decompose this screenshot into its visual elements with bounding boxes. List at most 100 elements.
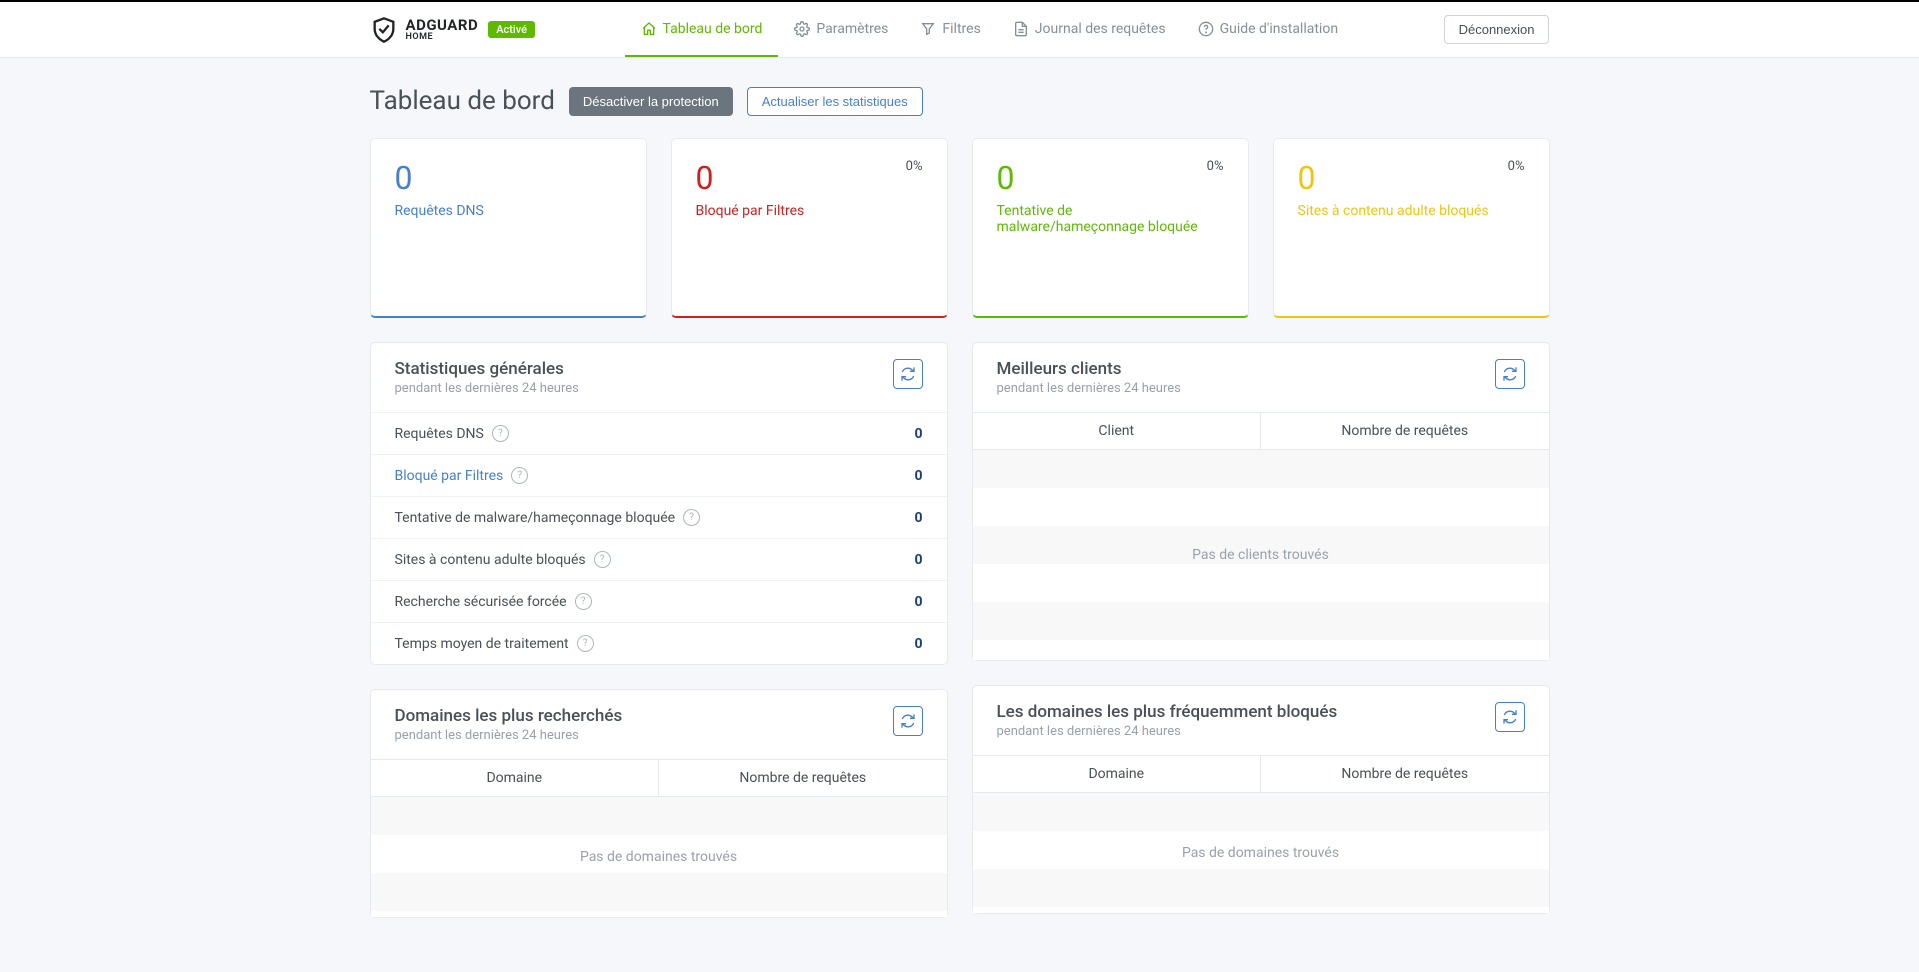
refresh-stats-button[interactable]: Actualiser les statistiques	[747, 87, 923, 116]
table-row	[371, 797, 947, 835]
panel-subtitle: pendant les dernières 24 heures	[997, 381, 1181, 396]
help-icon[interactable]: ?	[492, 425, 509, 442]
panel-top-blocked: Les domaines les plus fréquemment bloqué…	[972, 685, 1550, 914]
panel-title: Domaines les plus recherchés	[395, 706, 623, 726]
table-row	[973, 488, 1549, 526]
stat-card-malware[interactable]: 0% 0 Tentative de malware/hameçonnage bl…	[972, 138, 1249, 318]
empty-message: Pas de clients trouvés	[1192, 547, 1329, 563]
stat-value: 0	[696, 159, 923, 197]
stat-row-label: Temps moyen de traitement	[395, 636, 569, 652]
table-body: Pas de domaines trouvés	[973, 793, 1549, 913]
panel-top-queried: Domaines les plus recherchés pendant les…	[370, 689, 948, 918]
refresh-icon	[1502, 366, 1518, 382]
help-circle-icon	[1198, 21, 1214, 37]
refresh-button[interactable]	[1495, 702, 1525, 732]
stat-percent: 0%	[906, 159, 923, 174]
stat-label: Bloqué par Filtres	[696, 203, 923, 219]
disable-protection-button[interactable]: Désactiver la protection	[569, 87, 733, 116]
panel-title: Statistiques générales	[395, 359, 579, 379]
stat-row-label: Sites à contenu adulte bloqués	[395, 552, 586, 568]
filter-icon	[920, 21, 936, 37]
table-row	[973, 564, 1549, 602]
panel-title: Les domaines les plus fréquemment bloqué…	[997, 702, 1338, 722]
refresh-icon	[900, 713, 916, 729]
stat-row-dns: Requêtes DNS? 0	[371, 412, 947, 454]
column-client: Client	[973, 413, 1261, 449]
stat-percent: 0%	[1207, 159, 1224, 174]
stat-row-label: Tentative de malware/hameçonnage bloquée	[395, 510, 676, 526]
refresh-button[interactable]	[1495, 359, 1525, 389]
panel-top-clients: Meilleurs clients pendant les dernières …	[972, 342, 1550, 661]
help-icon[interactable]: ?	[577, 635, 594, 652]
refresh-button[interactable]	[893, 359, 923, 389]
table-row	[973, 602, 1549, 640]
stat-row-adult: Sites à contenu adulte bloqués? 0	[371, 538, 947, 580]
stat-card-adult[interactable]: 0% 0 Sites à contenu adulte bloqués	[1273, 138, 1550, 318]
stat-cards: 0 Requêtes DNS 0% 0 Bloqué par Filtres 0…	[370, 138, 1550, 318]
stat-card-dns[interactable]: 0 Requêtes DNS	[370, 138, 647, 318]
table-body: Pas de domaines trouvés	[371, 797, 947, 917]
brand-name: ADGUARD	[406, 18, 479, 33]
shield-icon	[370, 16, 398, 44]
stat-value: 0	[395, 159, 622, 197]
logout-button[interactable]: Déconnexion	[1444, 15, 1550, 44]
column-requests: Nombre de requêtes	[1260, 756, 1549, 792]
nav-settings[interactable]: Paramètres	[778, 2, 904, 57]
table-body: Pas de clients trouvés	[973, 450, 1549, 660]
help-icon[interactable]: ?	[594, 551, 611, 568]
nav-label: Paramètres	[816, 21, 888, 37]
panel-subtitle: pendant les dernières 24 heures	[395, 728, 623, 743]
logo[interactable]: ADGUARD HOME	[370, 16, 479, 44]
refresh-icon	[900, 366, 916, 382]
file-icon	[1013, 21, 1029, 37]
stat-row-blocked: Bloqué par Filtres? 0	[371, 454, 947, 496]
table-header: Domaine Nombre de requêtes	[973, 755, 1549, 793]
stat-row-value: 0	[914, 468, 922, 484]
table-header: Domaine Nombre de requêtes	[371, 759, 947, 797]
stat-value: 0	[997, 159, 1224, 197]
stat-percent: 0%	[1508, 159, 1525, 174]
nav-label: Filtres	[942, 21, 980, 37]
stat-row-label[interactable]: Bloqué par Filtres	[395, 468, 504, 484]
help-icon[interactable]: ?	[575, 593, 592, 610]
page-header: Tableau de bord Désactiver la protection…	[370, 86, 1550, 116]
stat-label: Tentative de malware/hameçonnage bloquée	[997, 203, 1224, 235]
refresh-icon	[1502, 709, 1518, 725]
stat-row-value: 0	[914, 552, 922, 568]
stat-card-blocked[interactable]: 0% 0 Bloqué par Filtres	[671, 138, 948, 318]
nav-label: Journal des requêtes	[1035, 21, 1166, 37]
logo-group: ADGUARD HOME Activé	[370, 16, 536, 44]
nav-guide[interactable]: Guide d'installation	[1182, 2, 1354, 57]
main-nav: Tableau de bord Paramètres Filtres Journ…	[625, 2, 1355, 57]
stat-label: Sites à contenu adulte bloqués	[1298, 203, 1525, 219]
home-icon	[641, 21, 657, 37]
header: ADGUARD HOME Activé Tableau de bord Para…	[0, 2, 1919, 58]
help-icon[interactable]: ?	[683, 509, 700, 526]
stat-row-safesearch: Recherche sécurisée forcée? 0	[371, 580, 947, 622]
stat-row-value: 0	[914, 636, 922, 652]
refresh-button[interactable]	[893, 706, 923, 736]
nav-label: Tableau de bord	[663, 21, 763, 37]
panel-subtitle: pendant les dernières 24 heures	[395, 381, 579, 396]
stat-row-malware: Tentative de malware/hameçonnage bloquée…	[371, 496, 947, 538]
table-row	[973, 793, 1549, 831]
table-row	[973, 450, 1549, 488]
nav-dashboard[interactable]: Tableau de bord	[625, 2, 779, 57]
stat-row-avg: Temps moyen de traitement? 0	[371, 622, 947, 664]
empty-message: Pas de domaines trouvés	[580, 849, 737, 865]
table-header: Client Nombre de requêtes	[973, 412, 1549, 450]
gear-icon	[794, 21, 810, 37]
panel-title: Meilleurs clients	[997, 359, 1181, 379]
status-badge: Activé	[488, 21, 535, 38]
column-requests: Nombre de requêtes	[658, 760, 947, 796]
nav-querylog[interactable]: Journal des requêtes	[997, 2, 1182, 57]
panel-general-stats: Statistiques générales pendant les derni…	[370, 342, 948, 665]
stat-row-label: Recherche sécurisée forcée	[395, 594, 567, 610]
stat-row-label: Requêtes DNS	[395, 426, 484, 442]
column-requests: Nombre de requêtes	[1260, 413, 1549, 449]
stat-value: 0	[1298, 159, 1525, 197]
help-icon[interactable]: ?	[511, 467, 528, 484]
nav-filters[interactable]: Filtres	[904, 2, 996, 57]
stat-row-value: 0	[914, 510, 922, 526]
column-domain: Domaine	[371, 760, 659, 796]
